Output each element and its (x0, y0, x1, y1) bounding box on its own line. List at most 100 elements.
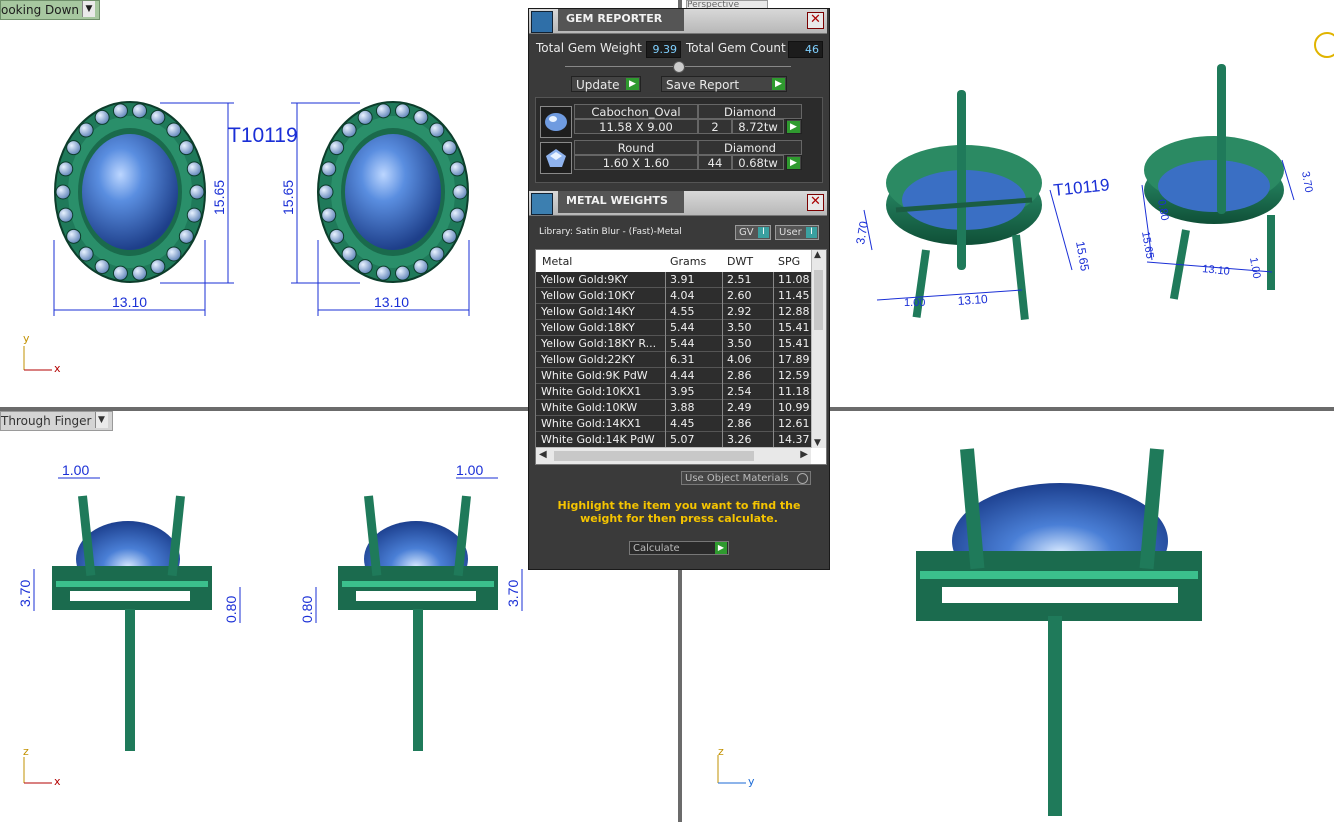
table-row[interactable]: Yellow Gold:10KY 4.04 2.60 11.45 (536, 288, 811, 304)
table-row[interactable]: White Gold:14K PdW 5.07 3.26 14.37 (536, 432, 811, 448)
column-divider (773, 320, 774, 336)
gv-toggle[interactable]: GV I (735, 225, 771, 240)
halo-stone (413, 109, 429, 125)
axis-y-label: y (23, 332, 30, 345)
cell-metal: Yellow Gold:18KY R... (541, 337, 657, 350)
play-arrow-icon: ▶ (787, 121, 800, 133)
scroll-left-icon[interactable]: ◀ (539, 449, 547, 460)
table-row[interactable]: Yellow Gold:18KY 5.44 3.50 15.41 (536, 320, 811, 336)
dim-width-right: 13.10 (374, 294, 409, 310)
halo-stone (441, 228, 457, 244)
cell-spg: 11.45 (778, 289, 810, 302)
table-row[interactable]: Yellow Gold:14KY 4.55 2.92 12.88 (536, 304, 811, 320)
table-row[interactable]: Yellow Gold:22KY 6.31 4.06 17.89 (536, 352, 811, 368)
gem-row[interactable]: Cabochon_Oval Diamond 11.58 X 9.00 2 8.7… (538, 104, 822, 138)
column-divider (722, 432, 723, 448)
viewport-label-top[interactable]: ooking Down ▼ (0, 0, 101, 20)
gem-reporter-icon (531, 11, 553, 33)
table-row[interactable]: White Gold:10KX1 3.95 2.54 11.18 (536, 384, 811, 400)
gem-size: 1.60 X 1.60 (574, 155, 698, 170)
use-object-materials-toggle[interactable]: Use Object Materials (681, 471, 811, 485)
halo-stone (413, 259, 429, 275)
dropdown-arrow-icon[interactable]: ▼ (94, 412, 108, 428)
halo-stone (55, 184, 71, 200)
cell-spg: 15.41 (778, 321, 810, 334)
gem-weight: 8.72tw (732, 119, 784, 134)
side-dim-prong-right: 1.00 (456, 462, 483, 478)
halo-stone (112, 103, 128, 119)
gem-reporter-panel: GEM REPORTER ✕ Total Gem Weight 9.39 Tot… (528, 8, 830, 570)
gem-row[interactable]: Round Diamond 1.60 X 1.60 44 0.68tw ▶ (538, 140, 822, 174)
horizontal-scrollbar[interactable]: ◀ ▶ (536, 447, 811, 464)
radio-icon (797, 473, 808, 484)
calculate-button[interactable]: Calculate ▶ (629, 541, 729, 555)
persp-annotation: T10119 (1052, 175, 1110, 200)
halo-stone (78, 122, 94, 138)
cell-dwt: 4.06 (727, 353, 752, 366)
table-row[interactable]: Yellow Gold:9KY 3.91 2.51 11.08 (536, 272, 811, 288)
play-arrow-icon: ▶ (787, 157, 800, 169)
cell-metal: Yellow Gold:18KY (541, 321, 635, 334)
cell-spg: 15.41 (778, 337, 810, 350)
dropdown-arrow-icon[interactable]: ▼ (82, 1, 96, 17)
persp-dim-3: 13.10 (957, 292, 988, 308)
viewport-label-bottom[interactable]: Through Finger ▼ (0, 411, 113, 431)
column-divider (722, 400, 723, 416)
side-setting-left (52, 495, 212, 751)
table-row[interactable]: White Gold:9K PdW 4.44 2.86 12.59 (536, 368, 811, 384)
col-metal[interactable]: Metal (542, 255, 572, 268)
gem-row-go-button[interactable]: ▶ (786, 155, 802, 170)
halo-stone (329, 228, 345, 244)
col-dwt[interactable]: DWT (727, 255, 753, 268)
scroll-up-icon[interactable]: ▲ (814, 250, 821, 260)
table-row[interactable]: White Gold:10KW 3.88 2.49 10.99 (536, 400, 811, 416)
cell-dwt: 3.50 (727, 321, 752, 334)
gem-reporter-titlebar[interactable]: GEM REPORTER ✕ (529, 9, 827, 34)
halo-stone (186, 207, 202, 223)
play-arrow-icon: ▶ (715, 542, 727, 554)
column-divider (665, 416, 666, 432)
gv-label: GV (739, 227, 754, 238)
column-divider (665, 288, 666, 304)
gem-list: Cabochon_Oval Diamond 11.58 X 9.00 2 8.7… (535, 97, 823, 183)
gem-row-go-button[interactable]: ▶ (786, 119, 802, 134)
cell-grams: 3.91 (670, 273, 695, 286)
col-spg[interactable]: SPG (778, 255, 800, 268)
use-object-materials-label: Use Object Materials (685, 473, 789, 484)
halo-stone (66, 140, 82, 156)
save-report-button[interactable]: Save Report ▶ (661, 76, 787, 92)
persp-dim-7: 3.70 (1299, 170, 1315, 193)
column-divider (773, 272, 774, 288)
scroll-thumb[interactable] (814, 270, 823, 330)
close-icon[interactable]: ✕ (807, 12, 824, 29)
scroll-right-icon[interactable]: ▶ (800, 449, 808, 460)
cell-metal: White Gold:10KW (541, 401, 638, 414)
column-divider (773, 384, 774, 400)
vertical-scrollbar[interactable]: ▲ ▼ (811, 250, 826, 448)
scroll-down-icon[interactable]: ▼ (814, 438, 821, 448)
scroll-thumb[interactable] (554, 451, 754, 461)
library-label: Library: Satin Blur - (Fast)-Metal (539, 227, 682, 237)
toggle-icon: I (758, 227, 769, 238)
halo-stone (449, 161, 465, 177)
slider-knob-icon[interactable] (673, 61, 685, 73)
cell-metal: Yellow Gold:10KY (541, 289, 635, 302)
table-row[interactable]: Yellow Gold:18KY R... 5.44 3.50 15.41 (536, 336, 811, 352)
column-divider (773, 432, 774, 448)
close-icon[interactable]: ✕ (807, 194, 824, 211)
gem-material: Diamond (698, 140, 802, 155)
cell-metal: Yellow Gold:9KY (541, 273, 628, 286)
table-row[interactable]: White Gold:14KX1 4.45 2.86 12.61 (536, 416, 811, 432)
persp-dim-2: 15.65 (1073, 240, 1092, 272)
user-toggle[interactable]: User I (775, 225, 819, 240)
halo-stone (94, 109, 110, 125)
earring-left-top (54, 101, 206, 283)
halo-stone (357, 259, 373, 275)
cell-dwt: 2.86 (727, 369, 752, 382)
halo-stone (58, 161, 74, 177)
update-button[interactable]: Update ▶ (571, 76, 641, 92)
metal-weights-titlebar[interactable]: METAL WEIGHTS ✕ (529, 191, 827, 216)
column-divider (773, 368, 774, 384)
viewport-label-text: ooking Down (1, 3, 80, 17)
col-grams[interactable]: Grams (670, 255, 706, 268)
